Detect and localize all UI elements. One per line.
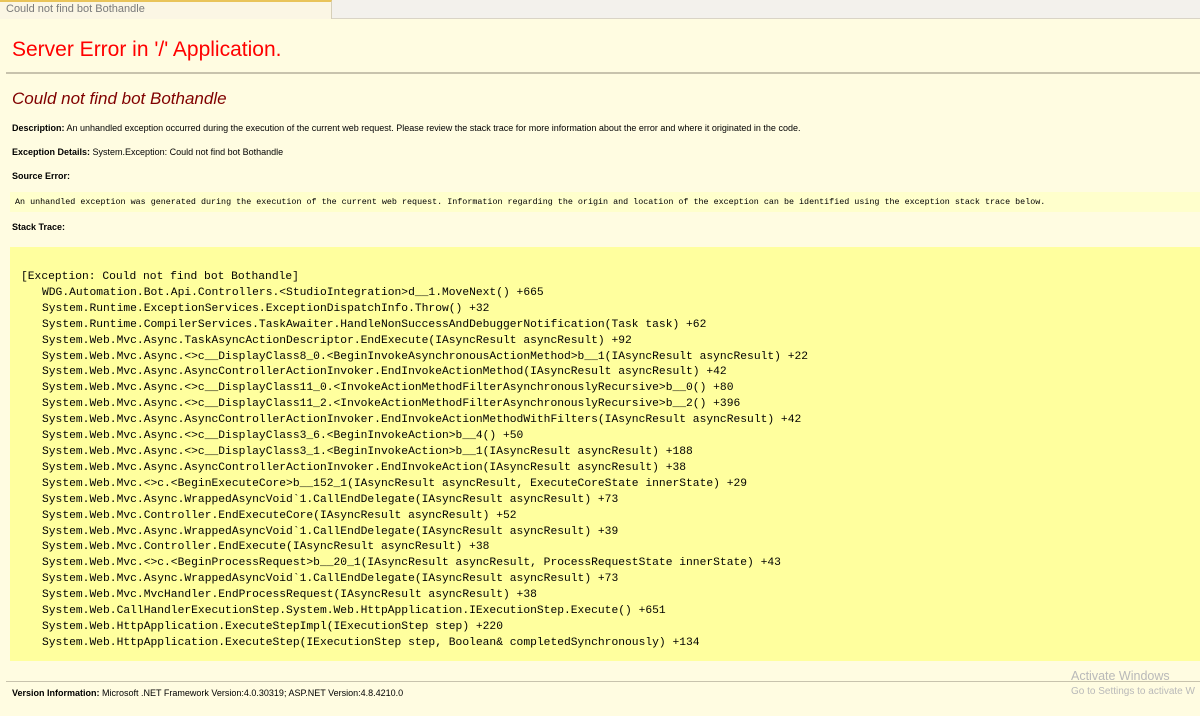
exception-details-text: System.Exception: Could not find bot Bot…	[92, 147, 284, 157]
stack-trace-frame: System.Runtime.CompilerServices.TaskAwai…	[42, 318, 707, 331]
stack-trace-header: [Exception: Could not find bot Bothandle…	[21, 271, 299, 283]
source-error-box: An unhandled exception was generated dur…	[10, 192, 1200, 212]
stack-trace-frame: System.Web.Mvc.Async.TaskAsyncActionDesc…	[42, 334, 632, 347]
description-text: An unhandled exception occurred during t…	[66, 123, 801, 133]
stack-trace-frame: System.Web.Mvc.Controller.EndExecuteCore…	[42, 509, 517, 522]
version-label: Version Information:	[12, 688, 100, 698]
exception-details-label: Exception Details:	[12, 147, 91, 157]
stack-trace-frame: System.Web.Mvc.MvcHandler.EndProcessRequ…	[42, 589, 537, 602]
activation-watermark-title: Activate Windows	[1071, 669, 1170, 683]
stack-trace-frame: System.Web.Mvc.Async.<>c__DisplayClass11…	[42, 382, 734, 395]
stack-trace-frame: System.Web.Mvc.Async.<>c__DisplayClass3_…	[42, 430, 524, 443]
stack-trace-frame: System.Web.HttpApplication.ExecuteStep(I…	[42, 636, 700, 649]
stack-trace-box: [Exception: Could not find bot Bothandle…	[10, 247, 1200, 661]
stack-trace-frame: System.Web.Mvc.Async.<>c__DisplayClass8_…	[42, 350, 809, 363]
stack-trace-frame: System.Web.Mvc.Controller.EndExecute(IAs…	[42, 541, 490, 554]
stack-trace-frame: System.Web.Mvc.Async.WrappedAsyncVoid`1.…	[42, 525, 619, 538]
description-label: Description:	[12, 123, 65, 133]
stack-trace-frame: System.Web.Mvc.Async.<>c__DisplayClass3_…	[42, 445, 693, 458]
browser-tab-bar: Could not find bot Bothandle	[0, 0, 1200, 19]
stack-trace-frame: System.Web.Mvc.Async.AsyncControllerActi…	[42, 414, 802, 427]
stack-trace-label: Stack Trace:	[12, 222, 66, 232]
error-title: Could not find bot Bothandle	[12, 89, 227, 108]
stack-trace-frame: System.Web.Mvc.Async.AsyncControllerActi…	[42, 461, 687, 474]
title-divider	[6, 72, 1200, 74]
source-error-label: Source Error:	[12, 171, 71, 181]
stack-trace-frame: System.Web.CallHandlerExecutionStep.Syst…	[42, 605, 666, 618]
error-page: Server Error in '/' Application. Could n…	[0, 19, 1200, 716]
footer-divider	[6, 681, 1200, 682]
browser-tab[interactable]: Could not find bot Bothandle	[0, 0, 332, 19]
page-title: Server Error in '/' Application.	[12, 38, 282, 61]
stack-trace-frame: System.Web.Mvc.<>c.<BeginProcessRequest>…	[42, 557, 781, 570]
stack-trace-frames: WDG.Automation.Bot.Api.Controllers.<Stud…	[21, 286, 1200, 652]
browser-tab-title: Could not find bot Bothandle	[6, 3, 145, 15]
stack-trace-frame: System.Web.Mvc.<>c.<BeginExecuteCore>b__…	[42, 477, 748, 490]
stack-trace-frame: System.Web.Mvc.Async.WrappedAsyncVoid`1.…	[42, 573, 619, 586]
description: Description: An unhandled exception occu…	[12, 123, 800, 133]
stack-trace-frame: System.Web.Mvc.Async.AsyncControllerActi…	[42, 366, 727, 379]
stack-trace-frame: WDG.Automation.Bot.Api.Controllers.<Stud…	[42, 286, 544, 299]
activation-watermark-subtitle: Go to Settings to activate W	[1071, 686, 1195, 697]
version-information: Version Information: Microsoft .NET Fram…	[12, 688, 403, 698]
exception-details: Exception Details: System.Exception: Cou…	[12, 147, 283, 157]
version-text: Microsoft .NET Framework Version:4.0.303…	[102, 688, 404, 698]
stack-trace-frame: System.Runtime.ExceptionServices.Excepti…	[42, 302, 490, 315]
stack-trace-frame: System.Web.Mvc.Async.<>c__DisplayClass11…	[42, 398, 741, 411]
stack-trace-frame: System.Web.Mvc.Async.WrappedAsyncVoid`1.…	[42, 493, 619, 506]
stack-trace-frame: System.Web.HttpApplication.ExecuteStepIm…	[42, 620, 503, 633]
